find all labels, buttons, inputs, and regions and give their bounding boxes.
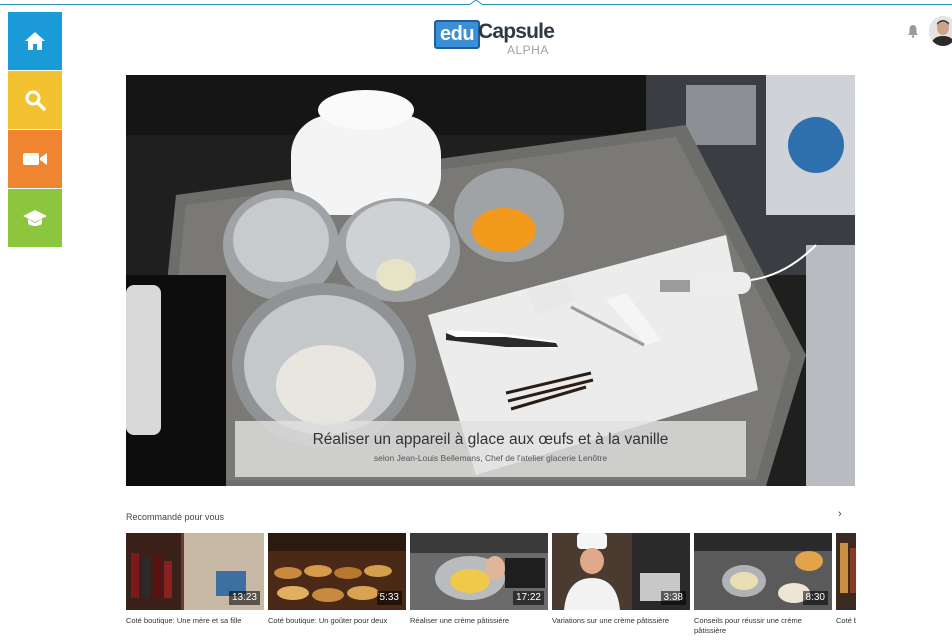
video-thumbnail: 13:23: [126, 533, 264, 610]
video-title: Variations sur une crème pâtissière: [552, 616, 669, 625]
graduation-cap-icon: [23, 210, 47, 226]
video-thumbnail: 8:30: [694, 533, 832, 610]
logo-alpha-tag: ALPHA: [507, 43, 549, 57]
video-title: Réaliser une crème pâtissière: [410, 616, 510, 625]
featured-video-title: Réaliser un appareil à glace aux œufs et…: [312, 431, 669, 448]
side-navigation: [8, 12, 62, 248]
user-avatar[interactable]: [929, 16, 952, 46]
video-title: Coté boutique: Un goûter pour deux: [268, 616, 388, 625]
recommended-heading: Recommandé pour vous: [126, 512, 225, 522]
recommended-video-card[interactable]: 3:38 Variations sur une crème pâtissière: [552, 533, 690, 626]
search-icon: [25, 90, 46, 111]
video-thumbnail: 3:38: [552, 533, 690, 610]
recommended-video-card[interactable]: 17:22 Réaliser une crème pâtissière: [410, 533, 548, 626]
recommended-video-card[interactable]: 13:23 Coté boutique: Une mère et sa fill…: [126, 533, 264, 626]
recommended-video-card[interactable]: Coté boutique: Un produit étranger: [836, 533, 856, 626]
featured-video[interactable]: Réaliser un appareil à glace aux œufs et…: [126, 75, 855, 486]
video-duration: 3:38: [660, 591, 686, 605]
recommended-row: 13:23 Coté boutique: Une mère et sa fill…: [126, 533, 856, 640]
video-duration: 5:33: [376, 591, 402, 605]
user-avatar-icon: [929, 16, 952, 46]
video-duration: 8:30: [802, 591, 828, 605]
chevron-right-icon[interactable]: ›: [838, 508, 842, 520]
logo-edu-text: edu: [434, 20, 481, 49]
top-notch: [469, 0, 483, 6]
video-thumbnail: 17:22: [410, 533, 548, 610]
video-duration: 13:23: [228, 591, 260, 605]
recommended-video-card[interactable]: 8:30 Conseils pour réussir une crème pât…: [694, 533, 832, 636]
logo-capsule-text: Capsule: [478, 20, 555, 43]
video-title: Coté boutique: Une mère et sa fille: [126, 616, 242, 625]
nav-video-button[interactable]: [8, 130, 62, 188]
video-camera-icon: [23, 153, 47, 165]
video-title: Coté boutique: Un produit étranger: [836, 616, 856, 625]
video-duration: 17:22: [512, 591, 544, 605]
home-icon: [25, 32, 45, 50]
featured-video-caption: Réaliser un appareil à glace aux œufs et…: [235, 421, 746, 477]
nav-courses-button[interactable]: [8, 189, 62, 247]
featured-video-subtitle: selon Jean-Louis Bellemans, Chef de l'at…: [373, 453, 608, 463]
video-thumbnail: [836, 533, 856, 610]
nav-home-button[interactable]: [8, 12, 62, 70]
video-title: Conseils pour réussir une crème pâtissiè…: [694, 616, 802, 635]
bell-icon[interactable]: [907, 24, 919, 38]
nav-search-button[interactable]: [8, 71, 62, 129]
recommended-video-card[interactable]: 5:33 Coté boutique: Un goûter pour deux: [268, 533, 406, 626]
educapsule-logo[interactable]: edu Capsule ALPHA: [430, 14, 555, 58]
video-thumbnail: 5:33: [268, 533, 406, 610]
